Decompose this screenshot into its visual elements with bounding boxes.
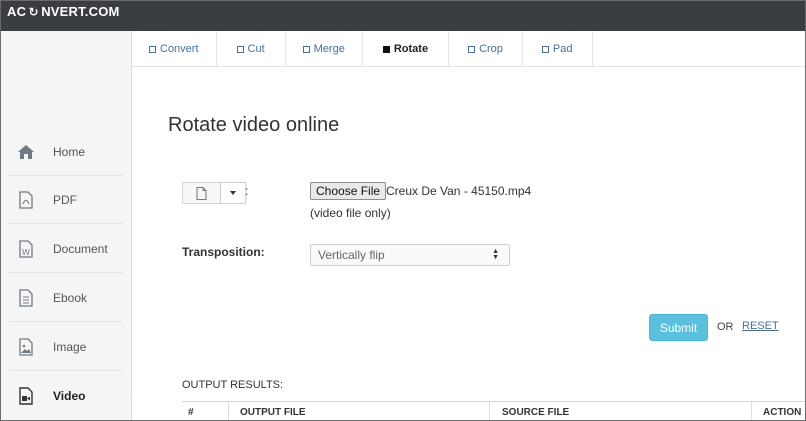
- selected-file-name: Creux De Van - 45150.mp4: [386, 184, 532, 198]
- checkbox-icon: [382, 45, 390, 53]
- sidebar-item-document[interactable]: W Document: [9, 225, 123, 273]
- file-hint: (video file only): [310, 206, 391, 220]
- tab-pad[interactable]: Pad: [523, 31, 593, 67]
- pdf-icon: [17, 190, 35, 209]
- ebook-icon: [17, 288, 35, 307]
- file-source-button[interactable]: [182, 182, 220, 204]
- output-results-table: # OUTPUT FILE SOURCE FILE ACTION: [182, 401, 805, 420]
- tab-convert[interactable]: Convert: [132, 31, 217, 67]
- file-source-picker: [182, 182, 246, 204]
- tab-label: Cut: [247, 43, 265, 55]
- tab-label: Pad: [552, 43, 573, 55]
- tab-label: Convert: [160, 43, 199, 55]
- refresh-icon: ↻: [28, 4, 39, 19]
- column-header-output-file: OUTPUT FILE: [240, 407, 306, 418]
- active-item-pointer: [123, 386, 132, 404]
- sidebar: Home PDF W Document Ebook Image Video: [1, 31, 132, 420]
- tab-label: Merge: [313, 43, 345, 55]
- sidebar-item-label: Ebook: [53, 290, 88, 305]
- site-logo[interactable]: AC ↻ NVERT.COM: [7, 4, 120, 19]
- tool-tabs: Convert Cut Merge Rotate Crop Pad: [132, 31, 805, 67]
- tab-rotate[interactable]: Rotate: [363, 31, 450, 67]
- sidebar-item-label: Video: [53, 389, 86, 403]
- column-divider: [228, 402, 229, 420]
- tab-crop[interactable]: Crop: [449, 31, 523, 67]
- home-icon: [17, 143, 35, 161]
- column-header-source-file: SOURCE FILE: [502, 407, 570, 418]
- column-divider: [489, 402, 490, 420]
- sidebar-item-home[interactable]: Home: [9, 128, 123, 176]
- choose-file-button[interactable]: Choose File: [310, 182, 387, 200]
- tab-cut[interactable]: Cut: [217, 31, 286, 67]
- image-icon: [17, 337, 35, 356]
- tab-merge[interactable]: Merge: [286, 31, 363, 67]
- sidebar-item-label: PDF: [53, 192, 77, 207]
- sidebar-item-label: Image: [53, 339, 87, 354]
- checkbox-icon: [149, 45, 156, 53]
- or-separator: OR: [717, 321, 734, 333]
- checkbox-icon: [541, 45, 549, 53]
- logo-text-right: NVERT.COM: [41, 4, 120, 19]
- page-frame: AC ↻ NVERT.COM Home PDF W Document Ebook…: [0, 0, 806, 421]
- select-arrows-icon: ▲ ▼: [492, 248, 499, 261]
- transposition-label: Transposition:: [182, 245, 265, 259]
- submit-button[interactable]: Submit: [649, 314, 708, 341]
- file-icon: [196, 186, 207, 200]
- checkbox-icon: [302, 45, 310, 53]
- file-label-colon: :: [245, 184, 249, 198]
- checkbox-icon: [468, 45, 476, 53]
- video-icon: [17, 387, 35, 405]
- page-title: Rotate video online: [168, 114, 340, 136]
- tab-label: Rotate: [393, 43, 429, 55]
- logo-text-left: AC: [7, 4, 27, 19]
- column-header-action: ACTION: [763, 407, 802, 418]
- sidebar-item-image[interactable]: Image: [9, 323, 123, 371]
- transposition-select[interactable]: Vertically flip ▲ ▼: [310, 244, 510, 266]
- reset-link[interactable]: RESET: [742, 320, 779, 332]
- column-divider: [751, 402, 752, 420]
- svg-text:W: W: [22, 248, 30, 257]
- column-header-index: #: [188, 407, 194, 418]
- transposition-value: Vertically flip: [318, 248, 385, 262]
- document-icon: W: [17, 239, 35, 258]
- top-bar: AC ↻ NVERT.COM: [1, 1, 805, 31]
- sidebar-item-pdf[interactable]: PDF: [9, 176, 123, 224]
- sidebar-item-video[interactable]: Video: [9, 372, 123, 420]
- sidebar-item-label: Home: [53, 144, 86, 159]
- output-results-title: OUTPUT RESULTS:: [182, 379, 284, 391]
- sidebar-item-label: Document: [53, 241, 108, 256]
- file-source-dropdown[interactable]: [220, 182, 246, 204]
- caret-down-icon: [230, 191, 236, 195]
- checkbox-icon: [236, 45, 244, 53]
- sidebar-item-ebook[interactable]: Ebook: [9, 274, 123, 322]
- tab-label: Crop: [479, 43, 503, 55]
